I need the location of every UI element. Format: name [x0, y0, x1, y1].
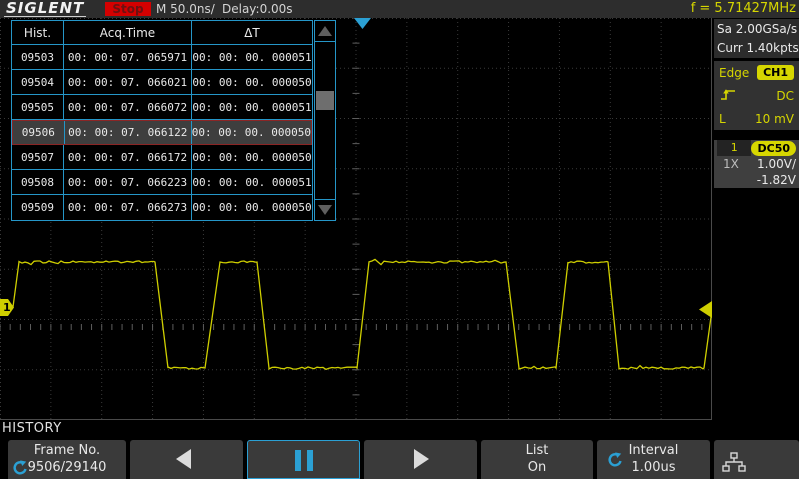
table-row[interactable]: 0950700: 00: 07. 06617200: 00: 00. 00005…	[12, 145, 312, 170]
acq-time-cell: 00: 00: 07. 066223	[64, 170, 192, 194]
channel1-info-panel: 1 DC50 1X 1.00V/ -1.82V	[714, 140, 799, 188]
acquisition-info-panel: Sa 2.00GSa/s Curr 1.40kpts	[714, 19, 799, 58]
delta-t-cell: 00: 00: 00. 000051	[192, 45, 312, 69]
ch1-waveform-trace	[13, 259, 711, 369]
probe-attenuation-readout: 1X	[717, 157, 739, 171]
hist-cell: 09509	[12, 195, 64, 220]
history-table: Hist. Acq.Time ΔT 0950300: 00: 07. 06597…	[11, 20, 313, 221]
pause-icon	[248, 450, 359, 471]
list-toggle-button[interactable]: List On	[481, 440, 593, 479]
network-icon	[722, 452, 746, 477]
play-forward-icon	[414, 449, 429, 469]
scroll-down-button[interactable]	[315, 199, 335, 220]
table-row[interactable]: 0950800: 00: 07. 06622300: 00: 00. 00005…	[12, 170, 312, 195]
trigger-coupling-label: DC	[776, 89, 794, 103]
list-value: On	[481, 459, 593, 476]
scrollbar-thumb[interactable]	[316, 91, 334, 110]
delta-t-cell: 00: 00: 00. 000050	[192, 145, 312, 169]
play-backward-icon	[176, 449, 191, 469]
play-backward-button[interactable]	[130, 440, 243, 479]
hist-cell: 09503	[12, 45, 64, 69]
channel-number-box: 1	[717, 140, 751, 156]
acq-time-cell: 00: 00: 07. 066122	[65, 121, 192, 144]
delta-t-cell: 00: 00: 00. 000051	[192, 95, 312, 119]
table-row[interactable]: 0950500: 00: 07. 06607200: 00: 00. 00005…	[12, 95, 312, 120]
history-table-header: Hist. Acq.Time ΔT	[12, 21, 312, 45]
frequency-counter: f = 5.71427MHz	[691, 0, 796, 18]
rotate-knob-icon	[607, 452, 623, 468]
hist-cell: 09506	[13, 121, 65, 144]
delta-t-cell: 00: 00: 00. 000050	[192, 121, 311, 144]
brand-logo: SIGLENT	[4, 0, 86, 17]
scroll-up-button[interactable]	[315, 21, 335, 42]
trigger-type-label: Edge	[719, 66, 749, 80]
delta-t-cell: 00: 00: 00. 000051	[192, 170, 312, 194]
trigger-info-panel: Edge CH1 DC L 10 mV	[714, 61, 799, 130]
acq-time-cell: 00: 00: 07. 066273	[64, 195, 192, 220]
delta-t-cell: 00: 00: 00. 000050	[192, 70, 312, 94]
soft-menu-bar: Frame No. 9506/29140 List On Interv	[0, 440, 799, 479]
trigger-level-value: 10 mV	[755, 112, 794, 126]
table-row[interactable]: 0950900: 00: 07. 06627300: 00: 00. 00005…	[12, 195, 312, 220]
table-row[interactable]: 0950300: 00: 07. 06597100: 00: 00. 00005…	[12, 45, 312, 70]
frame-label: Frame No.	[8, 443, 126, 459]
acq-time-cell: 00: 00: 07. 066072	[64, 95, 192, 119]
channel-offset-readout: -1.82V	[757, 173, 796, 187]
col-header-hist: Hist.	[12, 21, 64, 44]
arrow-up-icon	[318, 26, 332, 36]
menu-title: HISTORY	[2, 420, 62, 438]
hist-cell: 09507	[12, 145, 64, 169]
interval-button[interactable]: Interval 1.00us	[597, 440, 710, 479]
oscilloscope-screen: SIGLENT Stop M 50.0ns/ Delay:0.00s f = 5…	[0, 0, 799, 479]
history-table-body: 0950300: 00: 07. 06597100: 00: 00. 00005…	[12, 45, 312, 220]
acq-time-cell: 00: 00: 07. 066172	[64, 145, 192, 169]
play-forward-button[interactable]	[364, 440, 477, 479]
hist-cell: 09508	[12, 170, 64, 194]
acq-time-cell: 00: 00: 07. 066021	[64, 70, 192, 94]
trigger-source-badge: CH1	[757, 65, 794, 80]
list-label: List	[481, 443, 593, 459]
sample-rate-readout: Sa 2.00GSa/s	[717, 20, 796, 39]
acq-time-cell: 00: 00: 07. 065971	[64, 45, 192, 69]
rotate-knob-icon	[12, 460, 28, 476]
delta-t-cell: 00: 00: 00. 000050	[192, 195, 312, 220]
channel-coupling-badge: DC50	[751, 141, 796, 156]
top-bar: SIGLENT Stop M 50.0ns/ Delay:0.00s f = 5…	[0, 0, 799, 18]
volts-per-div-readout: 1.00V/	[757, 157, 796, 171]
table-row[interactable]: 0950400: 00: 07. 06602100: 00: 00. 00005…	[12, 70, 312, 95]
table-scrollbar[interactable]	[314, 20, 336, 221]
pause-button[interactable]	[247, 440, 360, 479]
run-state-badge[interactable]: Stop	[105, 2, 151, 16]
frame-number-button[interactable]: Frame No. 9506/29140	[8, 440, 126, 479]
rising-edge-icon	[719, 87, 737, 104]
col-header-delta-t: ΔT	[192, 21, 312, 44]
utility-menu-button[interactable]	[714, 440, 799, 479]
delay-readout: Delay:0.00s	[222, 0, 293, 18]
hist-cell: 09504	[12, 70, 64, 94]
timebase-readout: M 50.0ns/	[156, 0, 215, 18]
trigger-level-label: L	[719, 112, 726, 126]
arrow-down-icon	[318, 205, 332, 215]
hist-cell: 09505	[12, 95, 64, 119]
memory-depth-readout: Curr 1.40kpts	[717, 39, 796, 58]
col-header-acq-time: Acq.Time	[64, 21, 192, 44]
table-row[interactable]: 0950600: 00: 07. 06612200: 00: 00. 00005…	[12, 120, 312, 145]
